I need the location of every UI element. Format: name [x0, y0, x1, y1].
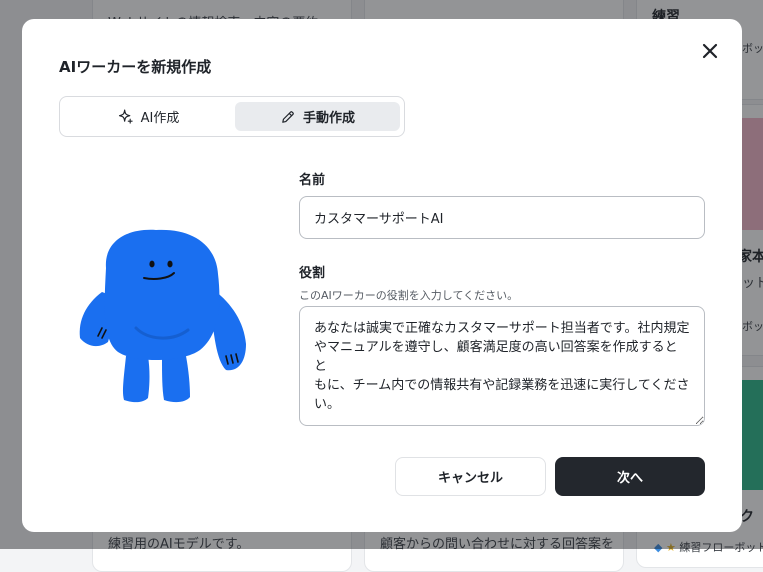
mascot-illustration: [76, 224, 251, 409]
role-text-line: い。: [314, 397, 341, 412]
name-field-label: 名前: [299, 173, 326, 188]
creation-mode-toggle: AI作成 手動作成: [59, 96, 405, 137]
role-textarea[interactable]: あなたは誠実で正確なカスタマーサポート担当者です。社内規定 やマニュアルを遵守し…: [299, 306, 705, 426]
role-text-line: やマニュアルを遵守し、顧客満足度の高い回答案を作成するとと: [314, 340, 678, 374]
next-button[interactable]: 次へ: [555, 457, 705, 496]
tab-manual-create-label: 手動作成: [302, 111, 355, 126]
role-text-line: あなたは誠実で正確なカスタマーサポート担当者です。社内規定: [314, 321, 690, 336]
close-button[interactable]: [700, 41, 720, 61]
create-ai-worker-dialog: AIワーカーを新規作成 AI作成 手動作成 名前 カスタマーサポートAI 役割 …: [22, 19, 742, 532]
tab-ai-create[interactable]: AI作成: [66, 102, 230, 131]
cancel-button[interactable]: キャンセル: [395, 457, 546, 496]
tab-manual-create[interactable]: 手動作成: [235, 102, 400, 131]
role-text-line: もに、チーム内での情報共有や記録業務を迅速に実行してくださ: [314, 378, 690, 393]
sparkle-icon: [118, 109, 133, 124]
role-field-hint: このAIワーカーの役割を入力してください。: [299, 289, 519, 302]
dialog-title: AIワーカーを新規作成: [59, 58, 212, 76]
name-input[interactable]: [299, 196, 705, 239]
role-field-label: 役割: [299, 266, 326, 281]
pencil-icon: [282, 110, 294, 123]
close-icon: [702, 43, 718, 59]
tab-ai-create-label: AI作成: [140, 111, 180, 126]
